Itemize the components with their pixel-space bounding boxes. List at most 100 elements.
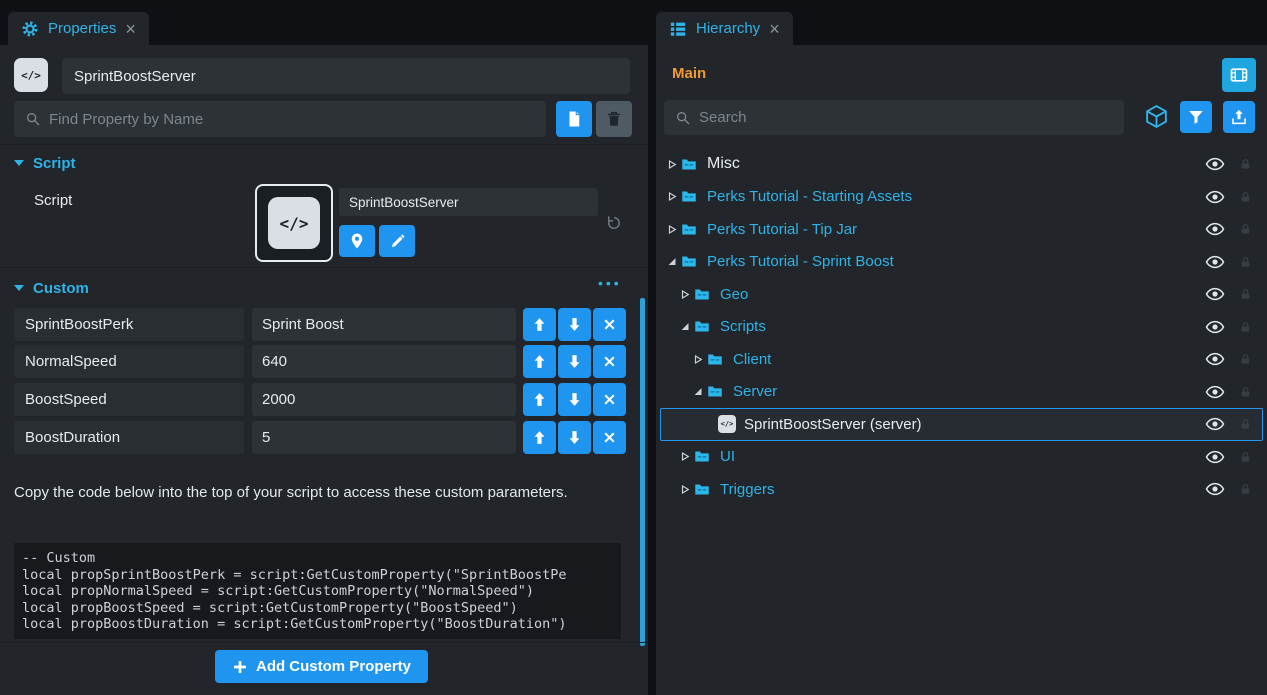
film-strip-icon xyxy=(1229,65,1249,85)
visibility-eye-icon[interactable] xyxy=(1205,252,1225,272)
visibility-eye-icon[interactable] xyxy=(1205,284,1225,304)
visibility-eye-icon[interactable] xyxy=(1205,349,1225,369)
tree-row-client[interactable]: Client xyxy=(660,343,1263,376)
visibility-eye-icon[interactable] xyxy=(1205,382,1225,402)
expander-expanded-icon[interactable] xyxy=(665,256,679,267)
x-icon xyxy=(601,316,618,333)
section-header-custom[interactable]: Custom xyxy=(0,276,648,300)
expander-collapsed-icon[interactable] xyxy=(691,354,705,365)
delete-properties-button[interactable] xyxy=(596,101,632,137)
tree-row-geo[interactable]: Geo xyxy=(660,278,1263,311)
hierarchy-panel: Main Misc Perks Tutorial - Starting Asse… xyxy=(656,45,1267,695)
custom-property-name[interactable]: BoostDuration xyxy=(14,421,244,454)
lock-icon[interactable] xyxy=(1239,221,1252,237)
remove-property-button[interactable] xyxy=(593,345,626,378)
export-button[interactable] xyxy=(1223,101,1255,133)
find-in-project-button[interactable] xyxy=(339,225,375,257)
x-icon xyxy=(601,353,618,370)
move-down-button[interactable] xyxy=(558,308,591,341)
scrollbar-thumb[interactable] xyxy=(640,298,645,646)
script-icon xyxy=(718,415,736,433)
custom-property-name[interactable]: NormalSpeed xyxy=(14,345,244,378)
expander-collapsed-icon[interactable] xyxy=(678,484,692,495)
visibility-eye-icon[interactable] xyxy=(1205,414,1225,434)
custom-property-value-input[interactable] xyxy=(252,383,516,416)
expander-collapsed-icon[interactable] xyxy=(678,289,692,300)
remove-property-button[interactable] xyxy=(593,308,626,341)
script-asset-picker[interactable] xyxy=(255,184,333,262)
tab-hierarchy[interactable]: Hierarchy × xyxy=(656,12,793,45)
filter-button[interactable] xyxy=(1180,101,1212,133)
move-up-button[interactable] xyxy=(523,383,556,416)
properties-panel: Script Script SprintBoostServer Custom •… xyxy=(0,45,648,695)
add-button-label: Add Custom Property xyxy=(256,658,411,675)
tree-row-tip-jar[interactable]: Perks Tutorial - Tip Jar xyxy=(660,213,1263,246)
tree-row-ui[interactable]: UI xyxy=(660,441,1263,474)
add-custom-property-button[interactable]: Add Custom Property xyxy=(215,650,428,683)
move-down-button[interactable] xyxy=(558,345,591,378)
script-name-field[interactable]: SprintBoostServer xyxy=(339,188,598,216)
custom-property-name[interactable]: SprintBoostPerk xyxy=(14,308,244,341)
visibility-eye-icon[interactable] xyxy=(1205,219,1225,239)
move-up-button[interactable] xyxy=(523,308,556,341)
tree-row-server[interactable]: Server xyxy=(660,376,1263,409)
lock-icon[interactable] xyxy=(1239,286,1252,302)
move-down-button[interactable] xyxy=(558,421,591,454)
lock-icon[interactable] xyxy=(1239,449,1252,465)
object-name-input[interactable] xyxy=(62,58,630,94)
reset-property-button[interactable] xyxy=(604,213,624,233)
close-icon[interactable]: × xyxy=(125,20,136,38)
expander-collapsed-icon[interactable] xyxy=(665,191,679,202)
group-objects-button[interactable] xyxy=(1144,104,1169,129)
tab-properties[interactable]: Properties × xyxy=(8,12,149,45)
plus-icon xyxy=(232,659,248,675)
property-search-input[interactable] xyxy=(41,101,546,137)
expander-collapsed-icon[interactable] xyxy=(665,159,679,170)
lock-icon[interactable] xyxy=(1239,416,1252,432)
lock-icon[interactable] xyxy=(1239,189,1252,205)
cinematic-button[interactable] xyxy=(1222,58,1256,92)
tree-row-starting-assets[interactable]: Perks Tutorial - Starting Assets xyxy=(660,181,1263,214)
lock-icon[interactable] xyxy=(1239,481,1252,497)
tree-item-label: Perks Tutorial - Tip Jar xyxy=(707,221,857,238)
tree-row-sprint-boost[interactable]: Perks Tutorial - Sprint Boost xyxy=(660,246,1263,279)
lock-icon[interactable] xyxy=(1239,384,1252,400)
gear-icon xyxy=(21,20,39,38)
custom-property-value-input[interactable] xyxy=(252,308,516,341)
copy-properties-button[interactable] xyxy=(556,101,592,137)
remove-property-button[interactable] xyxy=(593,383,626,416)
expander-expanded-icon[interactable] xyxy=(678,321,692,332)
visibility-eye-icon[interactable] xyxy=(1205,187,1225,207)
lock-icon[interactable] xyxy=(1239,351,1252,367)
move-up-button[interactable] xyxy=(523,345,556,378)
overflow-menu-icon[interactable]: ••• xyxy=(598,275,622,291)
expander-expanded-icon[interactable] xyxy=(691,386,705,397)
visibility-eye-icon[interactable] xyxy=(1205,154,1225,174)
tree-row-triggers[interactable]: Triggers xyxy=(660,473,1263,506)
close-icon[interactable]: × xyxy=(769,20,780,38)
folder-icon xyxy=(679,221,699,238)
move-down-button[interactable] xyxy=(558,383,591,416)
lock-icon[interactable] xyxy=(1239,319,1252,335)
remove-property-button[interactable] xyxy=(593,421,626,454)
expander-collapsed-icon[interactable] xyxy=(665,224,679,235)
tree-row-misc[interactable]: Misc xyxy=(660,148,1263,181)
visibility-eye-icon[interactable] xyxy=(1205,447,1225,467)
custom-property-value-input[interactable] xyxy=(252,421,516,454)
move-up-button[interactable] xyxy=(523,421,556,454)
visibility-eye-icon[interactable] xyxy=(1205,317,1225,337)
visibility-eye-icon[interactable] xyxy=(1205,479,1225,499)
code-snippet-block: -- Custom local propSprintBoostPerk = sc… xyxy=(14,543,621,639)
tree-item-label: Perks Tutorial - Sprint Boost xyxy=(707,253,894,270)
custom-property-value-input[interactable] xyxy=(252,345,516,378)
section-header-script[interactable]: Script xyxy=(0,151,648,175)
custom-property-name[interactable]: BoostSpeed xyxy=(14,383,244,416)
lock-icon[interactable] xyxy=(1239,156,1252,172)
expander-collapsed-icon[interactable] xyxy=(678,451,692,462)
tree-row-sprintboostserver[interactable]: SprintBoostServer (server) xyxy=(660,408,1263,441)
tree-row-scripts[interactable]: Scripts xyxy=(660,311,1263,344)
funnel-icon xyxy=(1187,108,1205,126)
edit-script-button[interactable] xyxy=(379,225,415,257)
hierarchy-search-input[interactable] xyxy=(691,100,1124,135)
lock-icon[interactable] xyxy=(1239,254,1252,270)
